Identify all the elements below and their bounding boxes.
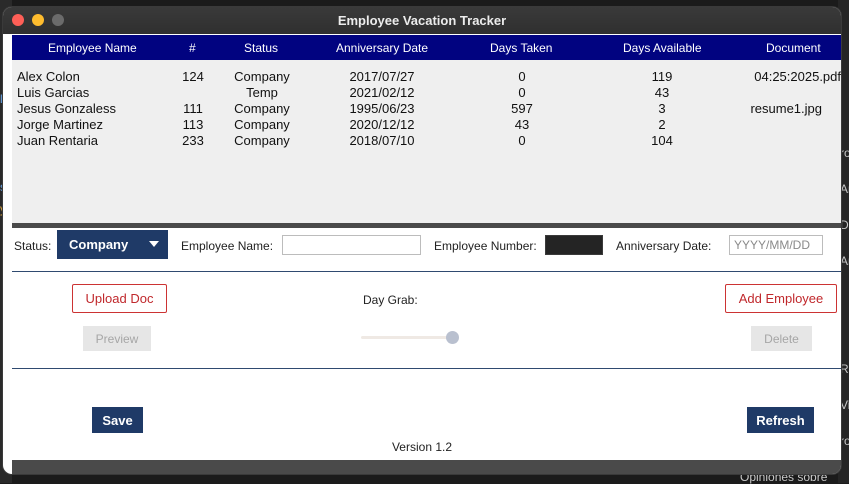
background-text: Ar (840, 182, 849, 196)
cell-number: 124 (182, 69, 204, 84)
cell-anniversary: 2021/02/12 (349, 85, 415, 100)
save-button[interactable]: Save (92, 407, 143, 433)
column-header-days-taken[interactable]: Days Taken (490, 41, 552, 55)
column-header-number[interactable]: # (189, 41, 196, 55)
cell-status: Company (234, 117, 290, 132)
column-header-days-available[interactable]: Days Available (623, 41, 702, 55)
column-header-document[interactable]: Document (766, 41, 821, 55)
title-bar[interactable]: Employee Vacation Tracker (3, 7, 841, 34)
cell-days-available: 2 (658, 117, 666, 132)
cell-days-taken: 0 (518, 133, 526, 148)
cell-anniversary: 2017/07/27 (349, 69, 415, 84)
delete-button[interactable]: Delete (751, 326, 812, 351)
column-header-name[interactable]: Employee Name (48, 41, 137, 55)
cell-name: Jorge Martinez (17, 117, 103, 132)
table-row[interactable]: Juan Rentaria 233 Company 2018/07/10 0 1… (12, 133, 841, 149)
cell-days-taken: 0 (518, 85, 526, 100)
version-label: Version 1.2 (391, 440, 453, 454)
table-row[interactable]: Alex Colon 124 Company 2017/07/27 0 119 … (12, 69, 841, 85)
employee-name-label: Employee Name: (181, 239, 274, 253)
cell-status: Company (234, 101, 290, 116)
form-divider (12, 271, 841, 272)
status-label: Status: (14, 239, 52, 253)
preview-button[interactable]: Preview (83, 326, 151, 351)
window-title: Employee Vacation Tracker (337, 13, 507, 28)
employee-number-label: Employee Number: (434, 239, 537, 253)
status-select-value: Company (69, 237, 129, 252)
cell-name: Luis Garcias (17, 85, 90, 100)
background-text: Re (840, 362, 849, 376)
column-header-status[interactable]: Status (244, 41, 278, 55)
cell-number: 233 (182, 133, 204, 148)
cell-document: resume1.jpg (750, 101, 822, 116)
status-bar (12, 460, 841, 474)
employee-number-input[interactable] (545, 235, 603, 255)
cell-days-taken: 597 (511, 101, 533, 116)
day-grab-slider[interactable] (361, 336, 455, 339)
cell-name: Alex Colon (17, 69, 80, 84)
refresh-button[interactable]: Refresh (747, 407, 814, 433)
table-header: Employee Name # Status Anniversary Date … (12, 35, 841, 60)
anniversary-date-input[interactable] (729, 235, 823, 255)
day-grab-slider-handle[interactable] (446, 331, 459, 344)
cell-number: 111 (183, 101, 203, 116)
day-grab-label: Day Grab: (363, 293, 418, 307)
background-text: Vi (840, 398, 849, 412)
chevron-down-icon (149, 241, 159, 247)
cell-anniversary: 1995/06/23 (349, 101, 415, 116)
cell-days-available: 43 (654, 85, 670, 100)
cell-name: Juan Rentaria (17, 133, 98, 148)
add-employee-button[interactable]: Add Employee (725, 284, 837, 313)
cell-anniversary: 2018/07/10 (349, 133, 415, 148)
table-row[interactable]: Luis Garcias Temp 2021/02/12 0 43 (12, 85, 841, 101)
cell-days-available: 104 (651, 133, 673, 148)
table-divider (12, 223, 841, 228)
table-row[interactable]: Jorge Martinez 113 Company 2020/12/12 43… (12, 117, 841, 133)
cell-days-available: 3 (658, 101, 666, 116)
status-select[interactable]: Company (57, 230, 168, 259)
actions-divider (12, 368, 841, 369)
anniversary-date-label: Anniversary Date: (616, 239, 712, 253)
cell-status: Temp (246, 85, 278, 100)
employee-name-input[interactable] (282, 235, 421, 255)
employee-table[interactable]: Employee Name # Status Anniversary Date … (12, 35, 841, 223)
background-text: ro (840, 146, 849, 160)
upload-doc-button[interactable]: Upload Doc (72, 284, 167, 313)
cell-anniversary: 2020/12/12 (349, 117, 415, 132)
cell-name: Jesus Gonzaless (17, 101, 116, 116)
app-window: Employee Vacation Tracker Employee Name … (3, 7, 841, 474)
cell-days-available: 119 (651, 69, 673, 84)
cell-number: 113 (182, 117, 204, 132)
background-text: ro (840, 434, 849, 448)
table-row[interactable]: Jesus Gonzaless 111 Company 1995/06/23 5… (12, 101, 841, 117)
cell-status: Company (234, 69, 290, 84)
background-text: Di (840, 218, 849, 232)
cell-status: Company (234, 133, 290, 148)
cell-days-taken: 0 (518, 69, 526, 84)
cell-document: 04:25:2025.pdf (754, 69, 841, 84)
cell-days-taken: 43 (514, 117, 530, 132)
column-header-anniversary[interactable]: Anniversary Date (336, 41, 428, 55)
background-text: Ar (840, 254, 849, 268)
